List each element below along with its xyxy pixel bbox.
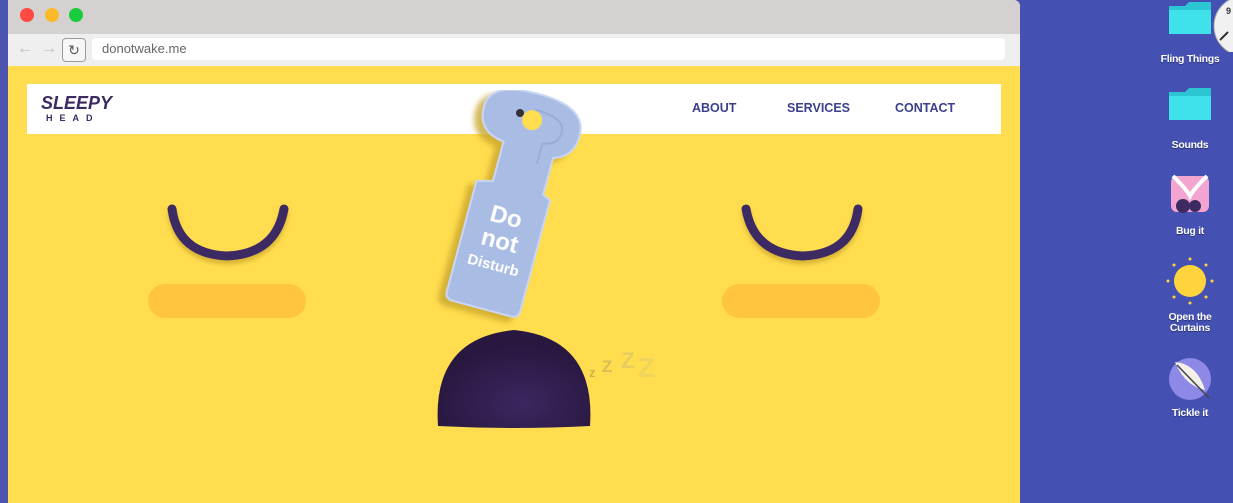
desktop-item-open-the-curtains[interactable]: Open the Curtains — [1150, 256, 1230, 336]
mouth[interactable] — [434, 328, 594, 430]
bug-icon — [1171, 174, 1209, 213]
zzz-medium: Z — [602, 357, 612, 376]
zzz-large: Z — [621, 348, 634, 373]
arrow-right-icon[interactable]: → — [40, 40, 58, 58]
browser-toolbar: ← → ↻ donotwake.me — [8, 34, 1020, 66]
left-cheek — [148, 284, 306, 318]
desktop-item-label: Open the Curtains — [1168, 311, 1212, 334]
desktop-item-label: Tickle it — [1171, 407, 1209, 419]
zzz-small: z — [589, 365, 596, 380]
minimize-button[interactable] — [45, 8, 59, 22]
left-eye — [167, 204, 289, 261]
desktop-item-label: Fling Things — [1160, 53, 1220, 65]
feather-icon — [1169, 358, 1211, 400]
title-bar[interactable] — [8, 0, 1020, 34]
desktop-item-sounds[interactable]: Sounds — [1150, 86, 1230, 152]
folder-icon — [1169, 88, 1211, 120]
desktop-item-fling-things[interactable]: Fling Things — [1150, 0, 1230, 66]
maximize-button[interactable] — [69, 8, 83, 22]
logo-text-bottom: HEAD — [46, 113, 100, 123]
page-content: z Z Z Z SLEEPY HEAD ABOUT SERVICES CONTA… — [8, 66, 1020, 503]
sleepy-head-logo[interactable]: SLEEPY HEAD — [41, 93, 131, 127]
right-eye — [741, 204, 863, 261]
close-button[interactable] — [20, 8, 34, 22]
nail-icon — [516, 109, 524, 117]
nav-about-link[interactable]: ABOUT — [692, 101, 736, 115]
desktop-item-tickle-it[interactable]: Tickle it — [1150, 356, 1230, 422]
address-bar[interactable]: donotwake.me — [92, 38, 1005, 60]
right-cheek — [722, 284, 880, 318]
do-not-disturb-hanger[interactable]: Do not Disturb — [428, 90, 588, 330]
nav-services-link[interactable]: SERVICES — [787, 101, 850, 115]
sun-icon — [1166, 257, 1214, 305]
folder-icon — [1169, 2, 1211, 34]
browser-window: ← → ↻ donotwake.me z Z Z Z SLEEPY HEAD A… — [8, 0, 1020, 503]
logo-text-top: SLEEPY — [41, 93, 113, 113]
arrow-left-icon[interactable]: ← — [16, 40, 34, 58]
reload-icon[interactable]: ↻ — [62, 38, 86, 62]
desktop-edge — [0, 0, 8, 503]
zzz-largest: Z — [638, 352, 655, 380]
desktop-item-label: Bug it — [1176, 225, 1204, 237]
zzz-snore: z Z Z Z — [589, 348, 655, 380]
nav-contact-link[interactable]: CONTACT — [895, 101, 955, 115]
desktop-item-label: Sounds — [1171, 139, 1209, 151]
desktop-item-bug-it[interactable]: Bug it — [1150, 172, 1230, 238]
